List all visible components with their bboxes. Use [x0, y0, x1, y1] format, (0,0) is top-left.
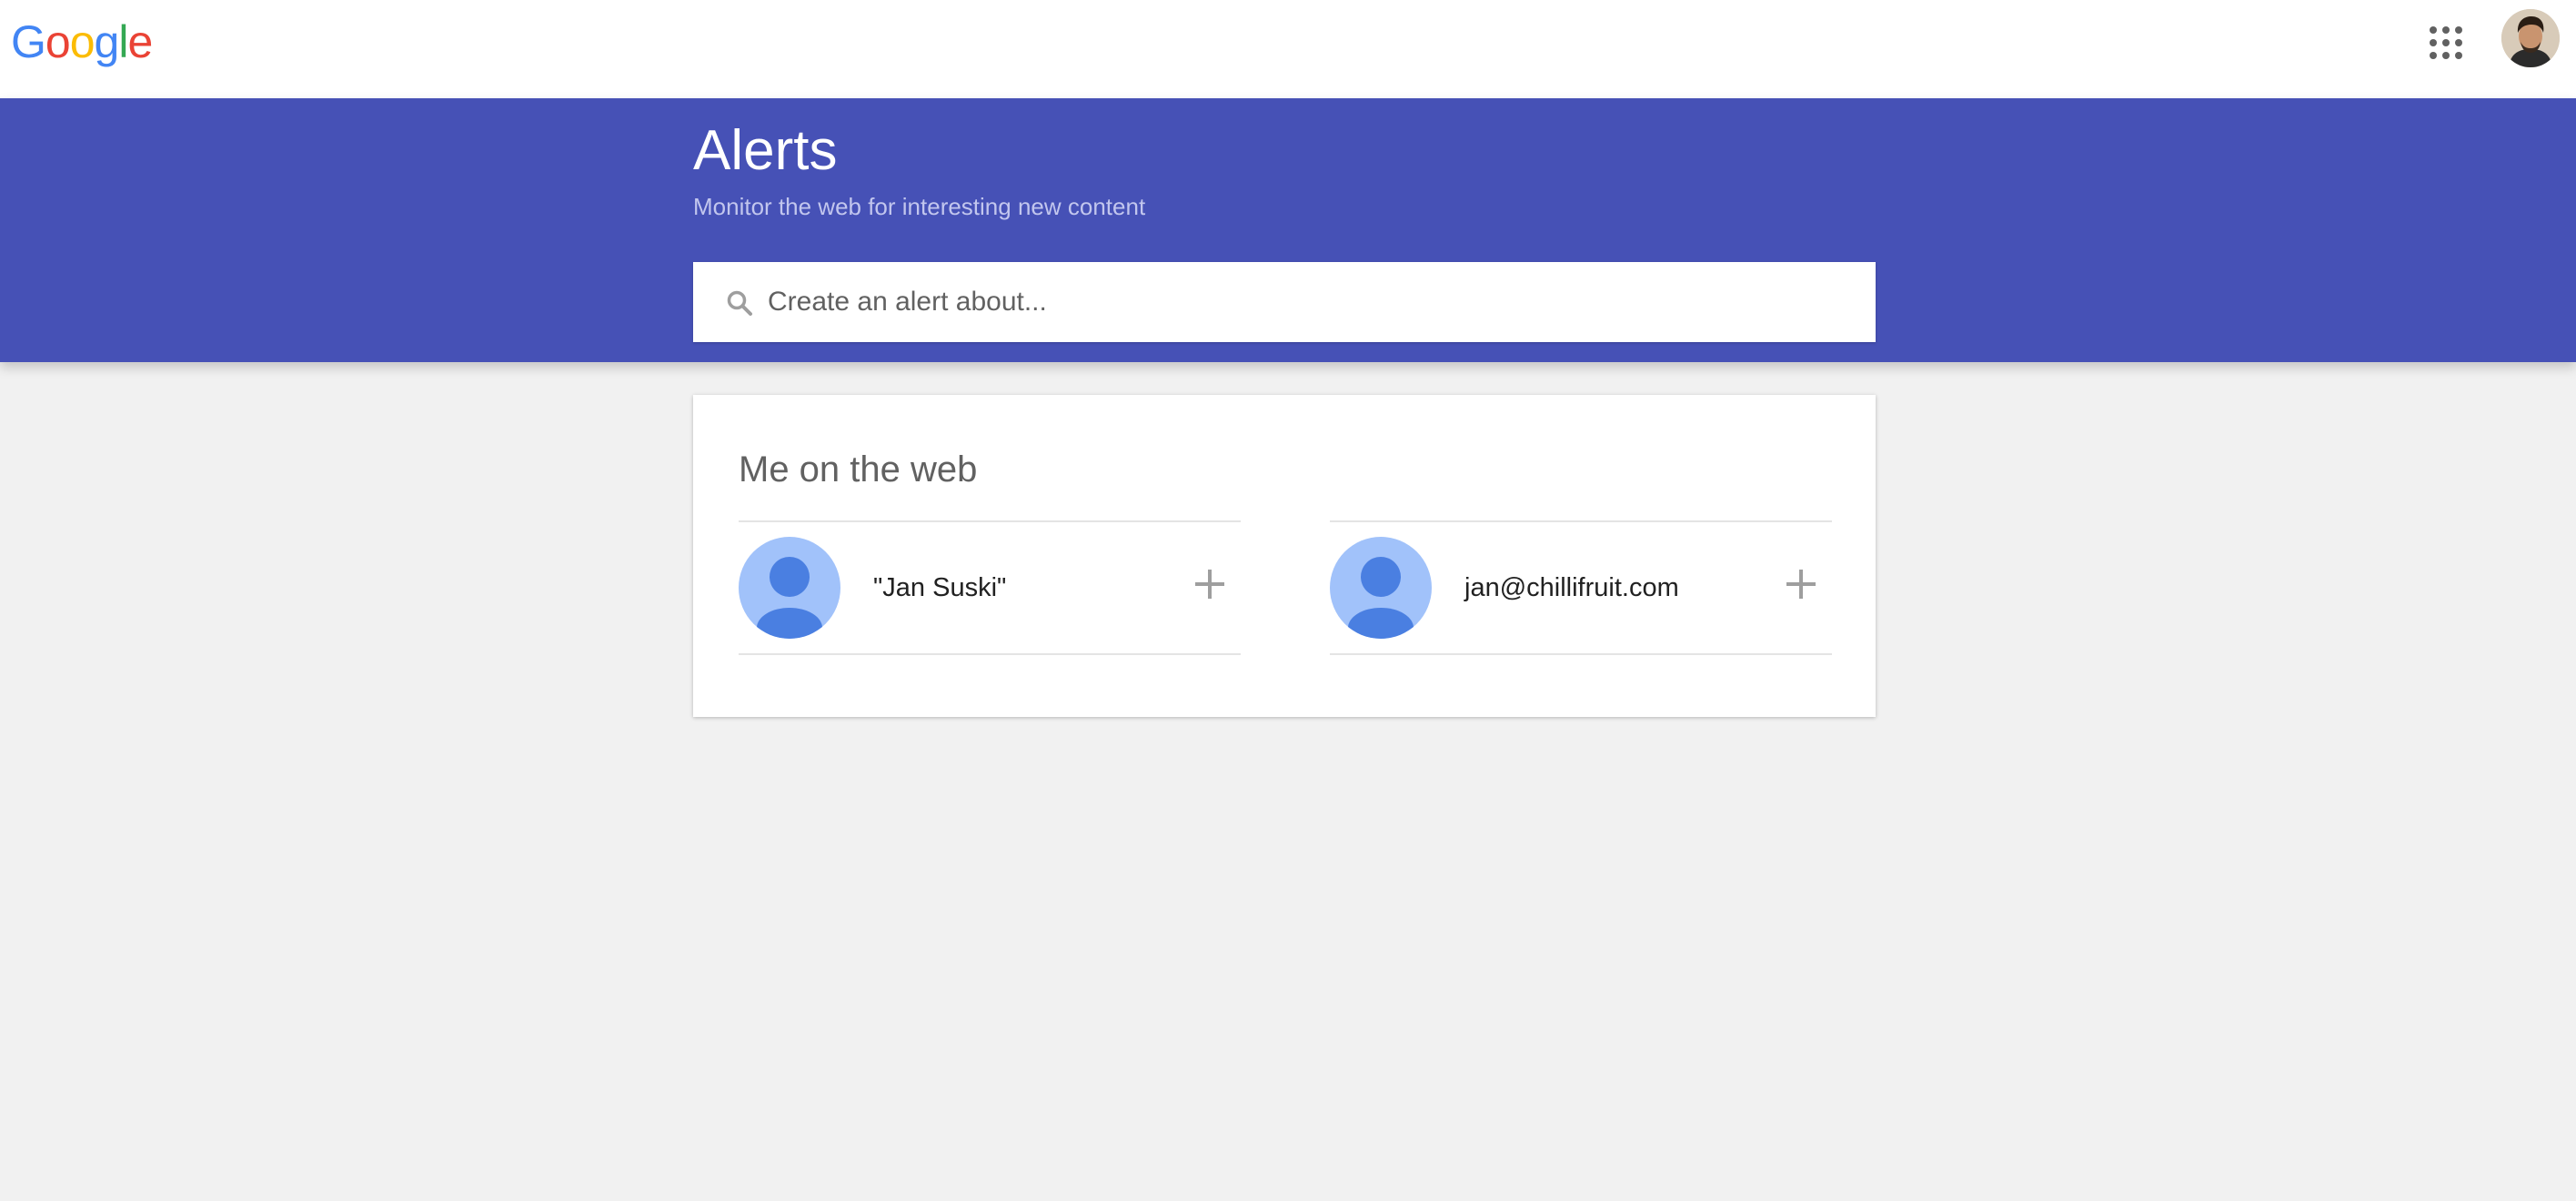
page-title: Alerts	[693, 119, 838, 182]
search-icon	[727, 290, 752, 316]
logo-letter-o1: o	[45, 16, 71, 67]
me-on-the-web-card: Me on the web "Jan Suski" jan@chillifrui…	[693, 395, 1876, 717]
page-subtitle: Monitor the web for interesting new cont…	[693, 193, 1146, 220]
top-bar: Google	[0, 0, 2576, 98]
logo-letter-g: G	[11, 16, 46, 67]
suggestion-label: jan@chillifruit.com	[1464, 573, 1679, 602]
account-avatar[interactable]	[2501, 9, 2560, 67]
card-title: Me on the web	[739, 449, 978, 489]
plus-icon[interactable]	[1781, 564, 1821, 604]
logo-letter-g2: g	[94, 16, 120, 67]
google-logo[interactable]: Google	[11, 15, 153, 69]
apps-grid-icon[interactable]	[2423, 20, 2467, 64]
suggestion-label: "Jan Suski"	[873, 573, 1007, 602]
search-box[interactable]	[693, 262, 1876, 342]
person-icon	[739, 537, 840, 639]
logo-letter-l: l	[118, 16, 128, 67]
logo-letter-o2: o	[69, 16, 96, 67]
suggestion-item-email[interactable]: jan@chillifruit.com	[1330, 520, 1832, 655]
plus-icon[interactable]	[1190, 564, 1230, 604]
logo-letter-e: e	[127, 16, 153, 67]
suggestion-item-name[interactable]: "Jan Suski"	[739, 520, 1241, 655]
account-photo-icon	[2501, 9, 2560, 67]
person-icon	[1330, 537, 1432, 639]
create-alert-input[interactable]	[766, 275, 1848, 329]
